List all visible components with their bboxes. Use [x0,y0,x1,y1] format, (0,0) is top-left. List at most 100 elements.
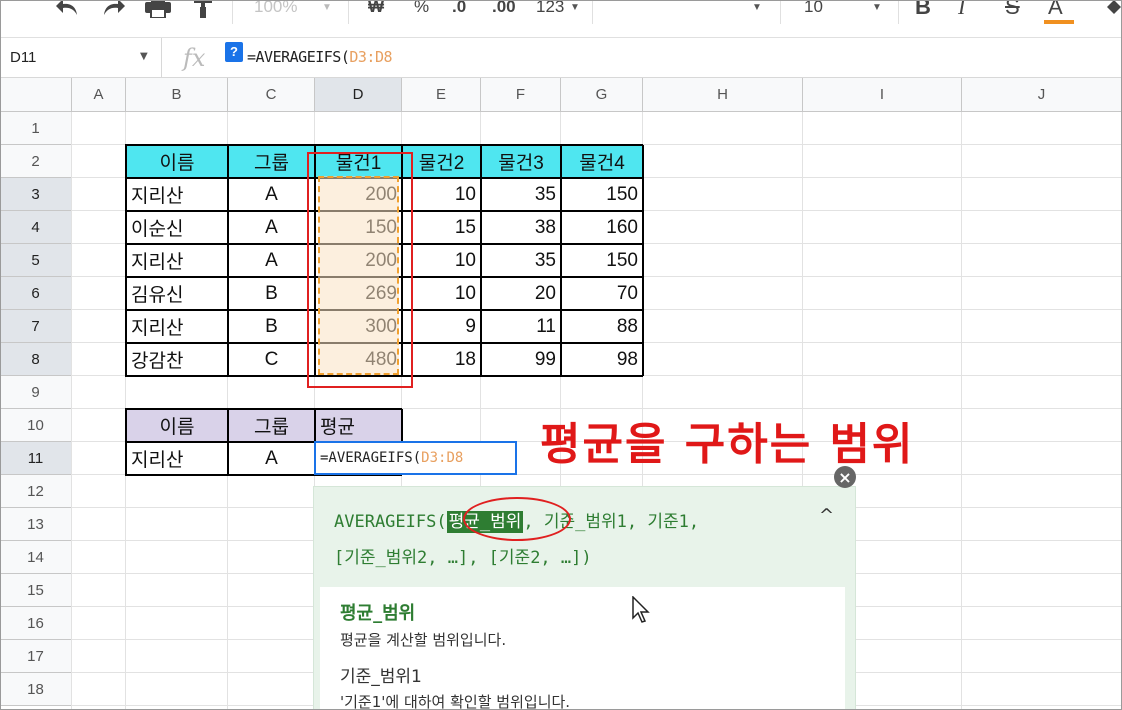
column-header-f[interactable]: F [481,78,561,112]
table1-cell[interactable]: 15 [402,211,481,244]
table1-cell[interactable]: 20 [481,277,561,310]
table1-header-cell[interactable]: 물건4 [561,145,643,178]
row-header-14[interactable]: 14 [0,541,72,574]
table1-cell[interactable]: 10 [402,178,481,211]
table1-cell[interactable]: 150 [561,178,643,211]
italic-button[interactable]: I [958,0,965,22]
table1-cell[interactable]: C [228,343,315,376]
more-formats-button[interactable]: 123 [536,0,564,22]
tooltip-close-icon[interactable]: × [834,466,856,488]
row-header-16[interactable]: 16 [0,607,72,640]
table1-cell[interactable]: 98 [561,343,643,376]
edit-cell-range-ref: D3:D8 [421,450,464,466]
increase-decimal-button[interactable]: .00 [492,0,516,22]
table1-header-cell[interactable]: 물건3 [481,145,561,178]
more-formats-caret-icon[interactable]: ▼ [570,0,580,22]
row-header-13[interactable]: 13 [0,508,72,541]
table1-cell[interactable]: 10 [402,244,481,277]
table1-header-cell[interactable]: 그룹 [228,145,315,178]
row-header-18[interactable]: 18 [0,673,72,706]
table1-cell[interactable]: 38 [481,211,561,244]
column-header-h[interactable]: H [643,78,803,112]
print-icon[interactable] [144,0,172,22]
table2-header-cell[interactable]: 그룹 [228,409,315,442]
table1-cell[interactable]: 김유신 [126,277,228,310]
table1-cell[interactable]: 150 [561,244,643,277]
column-header-g[interactable]: G [561,78,643,112]
tooltip-arg-name: 평균_범위 [340,603,416,624]
table1-cell[interactable]: A [228,211,315,244]
row-header-3[interactable]: 3 [0,178,72,211]
table1-cell[interactable]: 11 [481,310,561,343]
table1-cell[interactable]: 지리산 [126,178,228,211]
column-header-e[interactable]: E [402,78,481,112]
column-header-b[interactable]: B [126,78,228,112]
name-box[interactable]: D11 ▼ [0,38,162,78]
text-color-button[interactable]: A [1048,0,1063,22]
column-header-a[interactable]: A [72,78,126,112]
table1-cell[interactable]: 18 [402,343,481,376]
name-box-caret-icon[interactable]: ▼ [140,51,148,62]
formula-input[interactable]: =AVERAGEIFS(D3:D8 [247,48,393,66]
percent-format-button[interactable]: % [414,0,429,22]
row-header-2[interactable]: 2 [0,145,72,178]
paint-format-icon[interactable] [192,0,214,22]
table2-cell[interactable]: A [228,442,315,475]
table1-header-cell[interactable]: 물건2 [402,145,481,178]
row-header-17[interactable]: 17 [0,640,72,673]
table1-cell[interactable]: 지리산 [126,244,228,277]
table2-header-cell[interactable]: 평균 [315,409,402,442]
bold-button[interactable]: B [915,0,931,22]
redo-icon[interactable] [100,0,126,22]
row-header-12[interactable]: 12 [0,475,72,508]
row-header-9[interactable]: 9 [0,376,72,409]
table1-cell[interactable]: 99 [481,343,561,376]
zoom-caret-icon[interactable]: ▼ [322,0,332,22]
currency-format-button[interactable]: ₩ [368,0,384,22]
row-header-15[interactable]: 15 [0,574,72,607]
table1-cell[interactable]: B [228,310,315,343]
column-header-c[interactable]: C [228,78,315,112]
editing-cell-d11[interactable]: =AVERAGEIFS(D3:D8 [314,441,517,475]
row-header-7[interactable]: 7 [0,310,72,343]
row-header-10[interactable]: 10 [0,409,72,442]
row-header-11[interactable]: 11 [0,442,72,475]
font-size-caret-icon[interactable]: ▼ [872,0,882,22]
decrease-decimal-button[interactable]: .0 [452,0,466,22]
table1-cell[interactable]: 9 [402,310,481,343]
table2-header-cell[interactable]: 이름 [126,409,228,442]
column-header-j[interactable]: J [962,78,1122,112]
collapse-chevron-icon[interactable]: ^ [819,505,834,526]
table1-cell[interactable]: 10 [402,277,481,310]
zoom-select[interactable]: 100% [254,0,297,22]
formula-range-ref: D3:D8 [349,48,393,66]
mouse-cursor-icon [632,595,652,628]
select-all-corner[interactable] [0,78,72,112]
table1-cell[interactable]: 강감찬 [126,343,228,376]
table2-cell[interactable]: 지리산 [126,442,228,475]
table1-cell[interactable]: 35 [481,178,561,211]
table1-cell[interactable]: B [228,277,315,310]
font-family-caret-icon[interactable]: ▼ [752,0,762,22]
undo-icon[interactable] [55,0,81,22]
row-header-1[interactable]: 1 [0,112,72,145]
row-header-5[interactable]: 5 [0,244,72,277]
table1-cell[interactable]: 35 [481,244,561,277]
row-header-6[interactable]: 6 [0,277,72,310]
fill-color-icon[interactable] [1104,0,1122,22]
table1-cell[interactable]: 이순신 [126,211,228,244]
table1-cell[interactable]: 지리산 [126,310,228,343]
table1-cell[interactable]: 88 [561,310,643,343]
row-header-8[interactable]: 8 [0,343,72,376]
table1-cell[interactable]: 160 [561,211,643,244]
table1-cell[interactable]: A [228,244,315,277]
column-header-d[interactable]: D [315,78,402,112]
table1-cell[interactable]: A [228,178,315,211]
column-header-i[interactable]: I [803,78,962,112]
table1-header-cell[interactable]: 이름 [126,145,228,178]
strikethrough-button[interactable]: S [1005,0,1020,22]
row-header-4[interactable]: 4 [0,211,72,244]
table1-cell[interactable]: 70 [561,277,643,310]
formula-help-icon[interactable]: ? [225,42,243,62]
font-size-select[interactable]: 10 [804,0,823,22]
